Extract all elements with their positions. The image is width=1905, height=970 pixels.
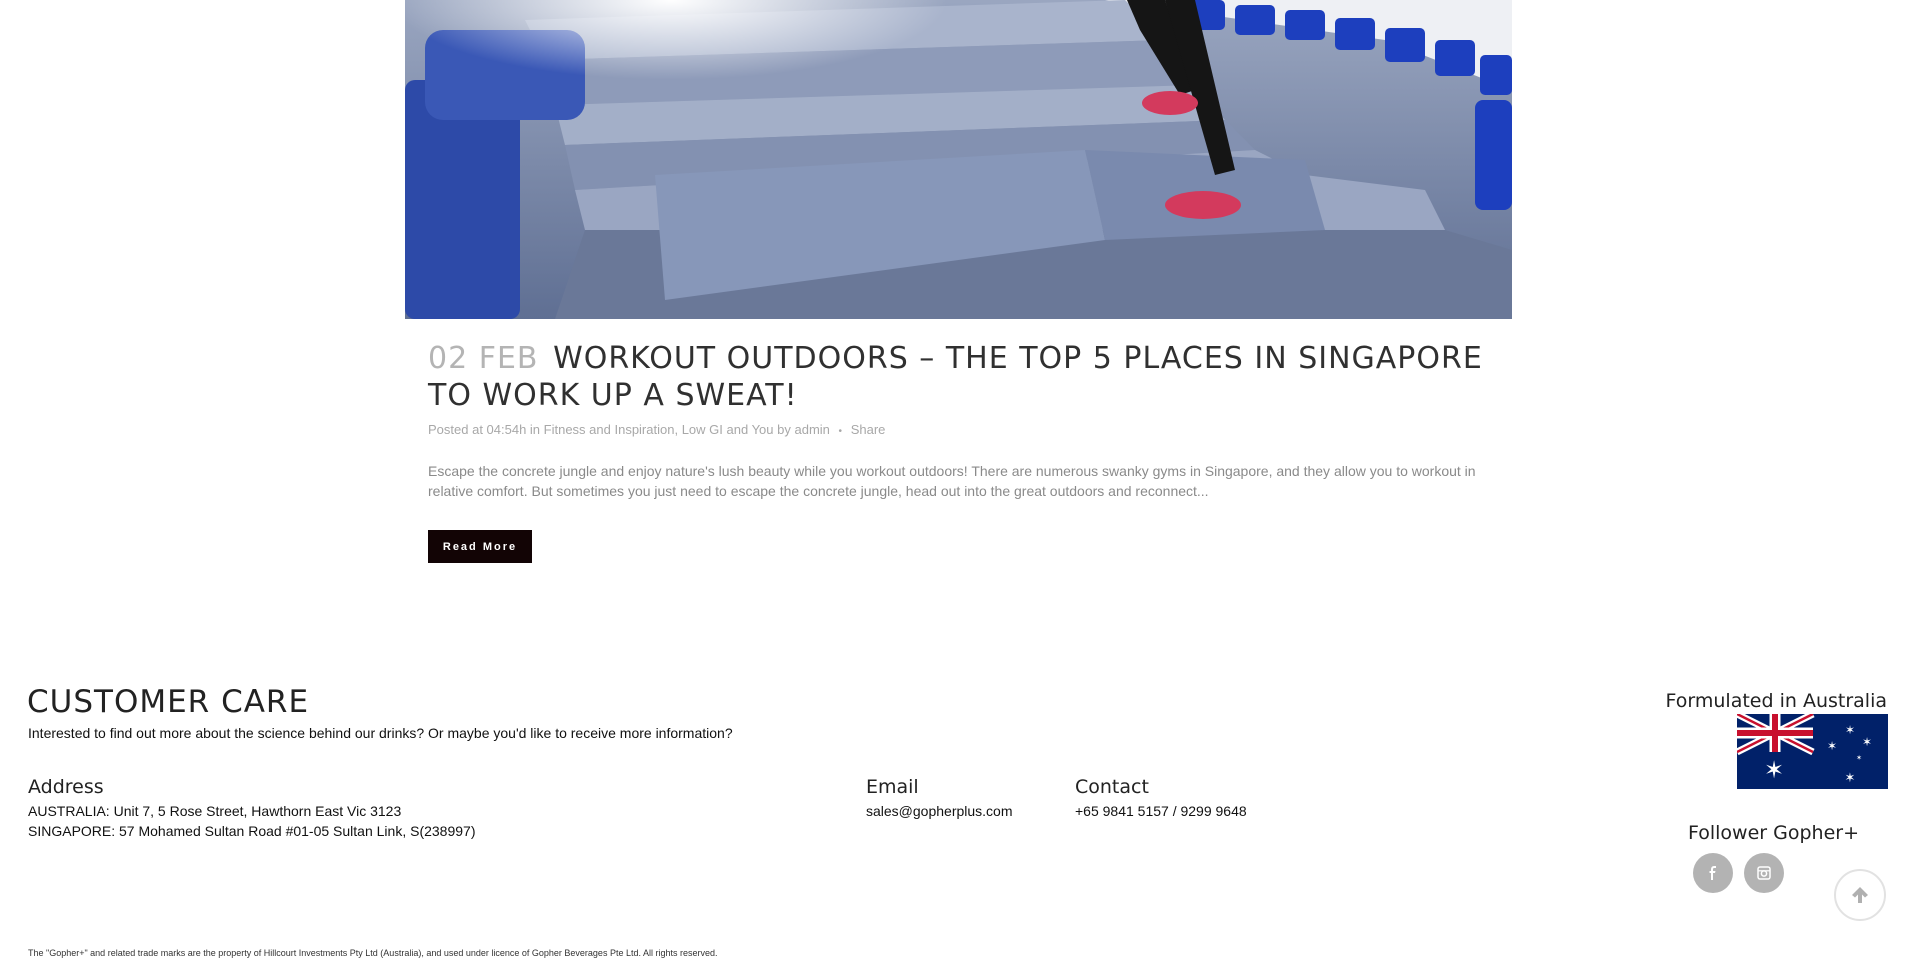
contact-heading: Contact [1075,776,1149,798]
post-excerpt: Escape the concrete jungle and enjoy nat… [428,463,1476,499]
posted-at-text: Posted at 04:54h in [428,422,541,437]
legal-notice: The "Gopher+" and related trade marks ar… [28,948,718,958]
customer-care-heading: CUSTOMER CARE [27,684,310,720]
email-link[interactable]: sales@gopherplus.com [866,801,1013,821]
svg-text:✶: ✶ [1827,739,1837,753]
instagram-icon [1757,866,1771,880]
facebook-button[interactable] [1693,853,1733,893]
category-link-fitness[interactable]: Fitness and Inspiration [544,422,675,437]
svg-text:✶: ✶ [1845,723,1855,737]
category-link-low-gi[interactable]: Low GI and You [682,422,774,437]
svg-text:✶: ✶ [1764,756,1784,784]
formulated-in-australia: Formulated in Australia [1665,690,1887,712]
address-block: AUSTRALIA: Unit 7, 5 Rose Street, Hawtho… [28,801,475,841]
by-text: by [777,422,791,437]
post-featured-image[interactable] [405,0,1512,319]
post-title[interactable]: 02 FEB WORKOUT OUTDOORS – THE TOP 5 PLAC… [428,340,1508,414]
share-link[interactable]: Share [851,422,886,437]
address-australia: AUSTRALIA: Unit 7, 5 Rose Street, Hawtho… [28,803,402,819]
back-to-top-button[interactable] [1834,869,1886,921]
email-heading: Email [866,776,919,798]
facebook-icon [1709,866,1716,880]
category-comma: , [674,422,679,437]
svg-text:✶: ✶ [1845,771,1856,786]
contact-phone[interactable]: +65 9841 5157 / 9299 9648 [1075,801,1247,821]
post-date: 02 FEB [428,341,539,376]
address-singapore: SINGAPORE: 57 Mohamed Sultan Road #01-05… [28,823,476,839]
australian-flag-icon: ✶ ✶ ✶ ✶ ✶ ✶ [1737,714,1888,789]
instagram-button[interactable] [1744,853,1784,893]
svg-text:✶: ✶ [1862,735,1872,749]
arrow-up-icon [1852,887,1868,903]
address-heading: Address [28,776,104,798]
post-meta: Posted at 04:54h in Fitness and Inspirat… [428,422,885,437]
read-more-button[interactable]: Read More [428,530,532,563]
follower-heading: Follower Gopher+ [1688,822,1860,844]
post-title-text[interactable]: WORKOUT OUTDOORS – THE TOP 5 PLACES IN S… [428,341,1483,413]
meta-separator: • [838,426,843,437]
page: 02 FEB WORKOUT OUTDOORS – THE TOP 5 PLAC… [0,0,1905,970]
stadium-steps-photo [405,0,1512,319]
author-link[interactable]: admin [795,422,830,437]
svg-text:✶: ✶ [1856,754,1862,762]
customer-care-subtitle: Interested to find out more about the sc… [28,725,733,741]
